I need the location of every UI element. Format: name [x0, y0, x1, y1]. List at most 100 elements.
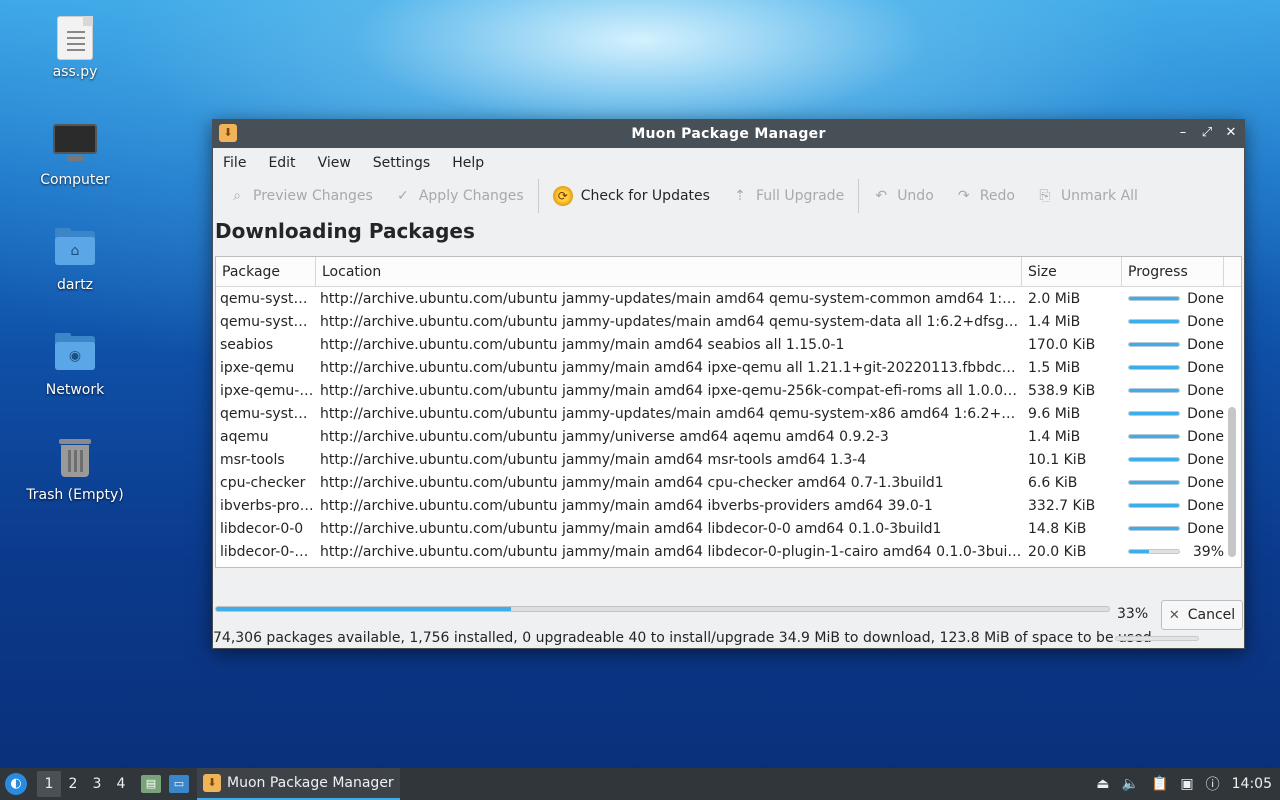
close-icon: ✕: [1168, 607, 1180, 623]
clock[interactable]: 14:05: [1232, 776, 1272, 792]
table-header: Package Location Size Progress: [216, 257, 1241, 287]
unmark-icon: ⎘: [1039, 188, 1051, 204]
table-row[interactable]: libdecor-0-p… http://archive.ubuntu.com/u…: [216, 540, 1224, 563]
redo-label: Redo: [979, 188, 1015, 204]
redo-icon: ↷: [957, 188, 970, 204]
table-row[interactable]: libdecor-0-0 http://archive.ubuntu.com/ub…: [216, 517, 1224, 540]
cell-location: http://archive.ubuntu.com/ubuntu jammy-u…: [320, 405, 1022, 422]
minimize-icon[interactable]: –: [1176, 125, 1190, 141]
upgrade-arrow-icon: ⇡: [734, 188, 746, 204]
unmark-all-label: Unmark All: [1060, 188, 1138, 204]
unmark-all-button[interactable]: ⎘ Unmark All: [1037, 188, 1138, 204]
file-manager-icon[interactable]: ▤: [141, 775, 161, 793]
table-row[interactable]: cpu-checker http://archive.ubuntu.com/ubu…: [216, 471, 1224, 494]
desktop-icon-ass-py[interactable]: ass.py: [20, 14, 130, 80]
cancel-button[interactable]: ✕ Cancel: [1161, 600, 1243, 630]
menu-file[interactable]: File: [223, 155, 246, 171]
cell-size: 1.4 MiB: [1028, 428, 1081, 445]
cell-package: libdecor-0-p…: [220, 543, 316, 560]
cell-progress: Done: [1122, 429, 1224, 445]
row-progress-text: Done: [1187, 497, 1224, 514]
desktop-icon-dartz[interactable]: ⌂ dartz: [20, 225, 130, 293]
menu-edit[interactable]: Edit: [268, 155, 295, 171]
start-menu-icon[interactable]: ◐: [5, 773, 27, 795]
show-desktop-icon[interactable]: ▭: [169, 775, 189, 793]
apply-changes-button[interactable]: ✓ Apply Changes: [395, 188, 524, 204]
table-row[interactable]: msr-tools http://archive.ubuntu.com/ubunt…: [216, 448, 1224, 471]
cell-package: qemu-syste…: [220, 405, 316, 422]
workspace-4[interactable]: 4: [109, 771, 133, 797]
network-icon[interactable]: ▣: [1180, 776, 1193, 792]
network-folder-icon: ◉: [51, 330, 99, 378]
table-row[interactable]: aqemu http://archive.ubuntu.com/ubuntu ja…: [216, 425, 1224, 448]
row-progress-text: Done: [1187, 290, 1224, 307]
row-progress-text: Done: [1187, 359, 1224, 376]
muon-app-icon[interactable]: ⬇: [219, 124, 237, 142]
workspace-1[interactable]: 1: [37, 771, 61, 797]
cell-location: http://archive.ubuntu.com/ubuntu jammy-u…: [320, 313, 1022, 330]
row-progress-fill: [1129, 320, 1179, 323]
preview-changes-label: Preview Changes: [253, 188, 373, 204]
table-row[interactable]: qemu-syste… http://archive.ubuntu.com/ubu…: [216, 310, 1224, 333]
cell-package: ibverbs-prov…: [220, 497, 316, 514]
table-row[interactable]: seabios http://archive.ubuntu.com/ubuntu …: [216, 333, 1224, 356]
cell-progress: Done: [1122, 383, 1224, 399]
table-row[interactable]: qemu-syste… http://archive.ubuntu.com/ubu…: [216, 287, 1224, 310]
workspace-3[interactable]: 3: [85, 771, 109, 797]
check-for-updates-label: Check for Updates: [580, 188, 710, 204]
table-row[interactable]: ipxe-qemu http://archive.ubuntu.com/ubunt…: [216, 356, 1224, 379]
table-row[interactable]: ipxe-qemu-2… http://archive.ubuntu.com/ub…: [216, 379, 1224, 402]
row-progress-fill: [1129, 343, 1179, 346]
row-progress-bar: [1128, 457, 1180, 462]
table-row[interactable]: qemu-syste… http://archive.ubuntu.com/ubu…: [216, 402, 1224, 425]
column-header-size[interactable]: Size: [1022, 257, 1122, 287]
row-progress-text: Done: [1187, 382, 1224, 399]
cell-location: http://archive.ubuntu.com/ubuntu jammy/m…: [320, 359, 1022, 376]
overall-progress-bar: [215, 606, 1110, 612]
taskbar-task-label: Muon Package Manager: [227, 775, 394, 791]
undo-label: Undo: [897, 188, 934, 204]
workspace-2[interactable]: 2: [61, 771, 85, 797]
menu-settings[interactable]: Settings: [373, 155, 430, 171]
notification-icon[interactable]: ⓘ: [1206, 774, 1220, 794]
desktop-icon-network[interactable]: ◉ Network: [20, 330, 130, 398]
maximize-icon[interactable]: ⤢: [1200, 125, 1214, 141]
page-title: Downloading Packages: [215, 219, 475, 243]
vertical-scrollbar[interactable]: [1228, 407, 1236, 557]
column-header-location[interactable]: Location: [316, 257, 1022, 287]
desktop-icon-label: ass.py: [52, 64, 98, 80]
taskbar-task-muon[interactable]: ⬇ Muon Package Manager: [197, 768, 400, 800]
overall-progress-fill: [216, 607, 511, 611]
menu-view[interactable]: View: [318, 155, 351, 171]
table-row[interactable]: ibverbs-prov… http://archive.ubuntu.com/u…: [216, 494, 1224, 517]
full-upgrade-button[interactable]: ⇡ Full Upgrade: [732, 188, 844, 204]
desktop-icon-trash[interactable]: Trash (Empty): [20, 435, 130, 503]
overall-progress-label: 33%: [1117, 606, 1149, 622]
cancel-label: Cancel: [1187, 607, 1236, 623]
download-table: Package Location Size Progress qemu-syst…: [215, 256, 1242, 568]
row-progress-text: Done: [1187, 405, 1224, 422]
column-header-progress[interactable]: Progress: [1122, 257, 1224, 287]
close-icon[interactable]: ✕: [1224, 125, 1238, 141]
undo-button[interactable]: ↶ Undo: [873, 188, 934, 204]
volume-icon[interactable]: 🔈: [1122, 776, 1139, 792]
cell-package: qemu-syste…: [220, 290, 316, 307]
status-progress-bar: [1115, 636, 1199, 641]
menu-help[interactable]: Help: [452, 155, 484, 171]
window-titlebar[interactable]: ⬇ Muon Package Manager – ⤢ ✕: [213, 120, 1244, 148]
preview-changes-button[interactable]: ⌕ Preview Changes: [229, 188, 373, 204]
desktop-icon-computer[interactable]: Computer: [20, 120, 130, 188]
clipboard-icon[interactable]: 📋: [1151, 776, 1168, 792]
desktop-icon-label: Trash (Empty): [26, 487, 124, 503]
eject-icon[interactable]: ⏏: [1096, 776, 1109, 792]
column-header-package[interactable]: Package: [216, 257, 316, 287]
text-file-icon: [57, 16, 93, 60]
redo-button[interactable]: ↷ Redo: [956, 188, 1015, 204]
system-tray: ⏏ 🔈 📋 ▣ ⓘ 14:05: [1096, 768, 1280, 800]
cell-package: aqemu: [220, 428, 269, 445]
check-for-updates-button[interactable]: ⟳ Check for Updates: [552, 186, 710, 206]
cell-package: ipxe-qemu-2…: [220, 382, 316, 399]
cell-progress: Done: [1122, 475, 1224, 491]
cell-location: http://archive.ubuntu.com/ubuntu jammy/m…: [320, 497, 933, 514]
cell-location: http://archive.ubuntu.com/ubuntu jammy/m…: [320, 543, 1022, 560]
